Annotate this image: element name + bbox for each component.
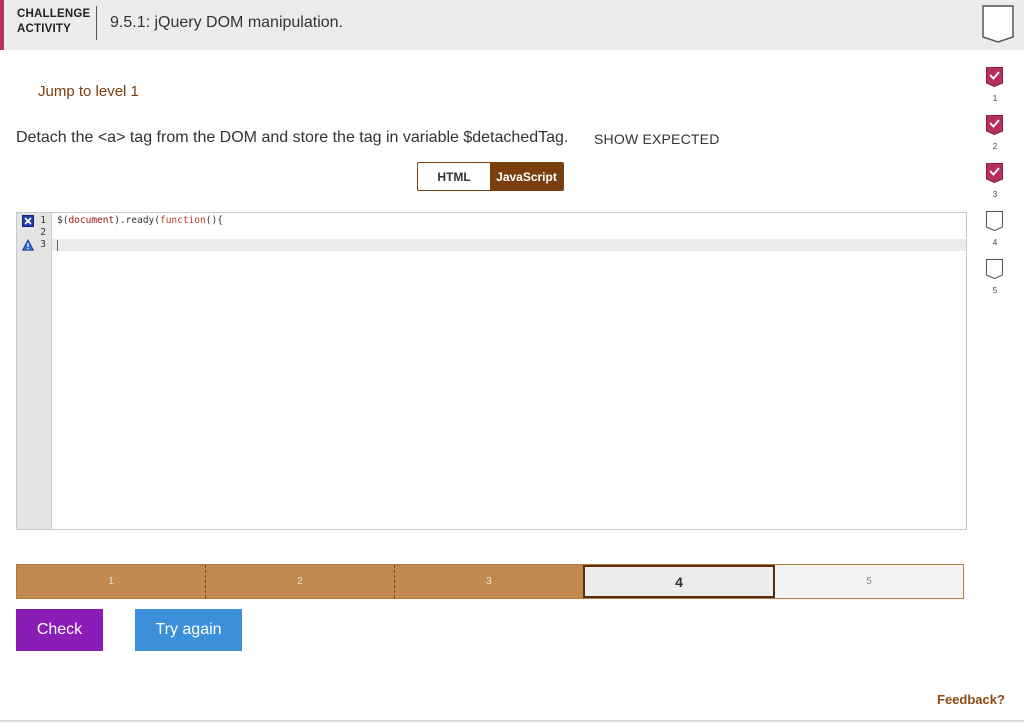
level-progress-bar: 1 2 3 4 5 bbox=[16, 564, 964, 599]
language-toggle: HTML JavaScript bbox=[417, 162, 564, 191]
line-number: 2 bbox=[40, 227, 46, 238]
tab-javascript[interactable]: JavaScript bbox=[490, 163, 563, 190]
code-token: ).ready( bbox=[114, 215, 160, 226]
completed-check-icon bbox=[986, 115, 1003, 135]
code-token: (){ bbox=[205, 215, 223, 226]
code-line-1: $(document).ready(function(){ bbox=[57, 215, 223, 227]
active-line-highlight bbox=[52, 239, 966, 251]
level-2-segment[interactable]: 2 bbox=[206, 565, 395, 598]
gutter-line-2: 2 bbox=[17, 227, 52, 239]
bottom-border bbox=[0, 720, 1024, 722]
code-token: $( bbox=[57, 215, 69, 226]
jump-to-level-link[interactable]: Jump to level 1 bbox=[38, 83, 139, 100]
gutter-line-3: 3 bbox=[17, 239, 52, 251]
progress-item-1: 1 bbox=[982, 67, 1006, 107]
try-again-button[interactable]: Try again bbox=[135, 609, 242, 651]
activity-header: CHALLENGE ACTIVITY 9.5.1: jQuery DOM man… bbox=[0, 0, 1024, 50]
level-3-segment[interactable]: 3 bbox=[395, 565, 583, 598]
code-token: document bbox=[68, 215, 115, 226]
header-divider bbox=[96, 6, 97, 40]
progress-item-5: 5 bbox=[982, 259, 1006, 299]
activity-completion-badge-icon bbox=[982, 5, 1014, 43]
editor-gutter bbox=[17, 213, 52, 529]
activity-title: 9.5.1: jQuery DOM manipulation. bbox=[110, 14, 343, 31]
tab-html[interactable]: HTML bbox=[418, 163, 490, 190]
completed-check-icon bbox=[986, 67, 1003, 87]
error-icon bbox=[22, 215, 34, 227]
progress-item-2: 2 bbox=[982, 115, 1006, 155]
show-expected-button[interactable]: SHOW EXPECTED bbox=[594, 131, 720, 147]
text-cursor bbox=[57, 240, 58, 251]
warning-icon bbox=[22, 239, 34, 251]
feedback-link[interactable]: Feedback? bbox=[937, 692, 1005, 707]
progress-item-label: 3 bbox=[992, 190, 998, 199]
empty-badge-icon bbox=[986, 259, 1003, 279]
completed-check-icon bbox=[986, 163, 1003, 183]
code-editor[interactable]: 1 2 3 $(document).ready(function(){ bbox=[16, 212, 967, 530]
progress-item-4: 4 bbox=[982, 211, 1006, 251]
check-button[interactable]: Check bbox=[16, 609, 103, 651]
instructions-text: Detach the <a> tag from the DOM and stor… bbox=[16, 129, 569, 146]
challenge-activity-label: CHALLENGE ACTIVITY bbox=[17, 8, 91, 35]
progress-item-3: 3 bbox=[982, 163, 1006, 203]
progress-item-label: 1 bbox=[992, 94, 998, 103]
progress-item-label: 2 bbox=[992, 142, 998, 151]
gutter-line-1: 1 bbox=[17, 215, 52, 227]
code-token: function bbox=[159, 215, 206, 226]
level-4-segment[interactable]: 4 bbox=[583, 565, 775, 598]
progress-item-label: 5 bbox=[992, 286, 998, 295]
line-number: 1 bbox=[40, 215, 46, 226]
line-number: 3 bbox=[40, 239, 46, 250]
level-5-segment[interactable]: 5 bbox=[775, 565, 963, 598]
empty-badge-icon bbox=[986, 211, 1003, 231]
level-1-segment[interactable]: 1 bbox=[17, 565, 206, 598]
progress-item-label: 4 bbox=[992, 238, 998, 247]
